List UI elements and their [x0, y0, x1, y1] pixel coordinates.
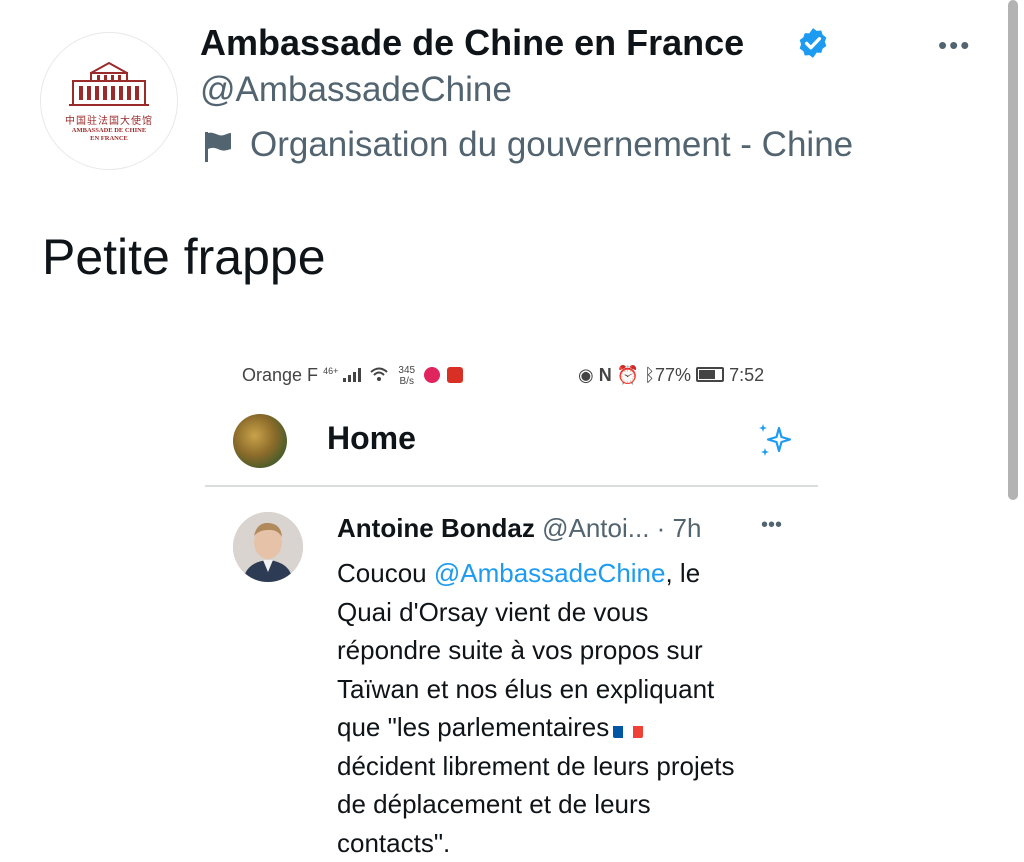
logo-french-line1: AMBASSADE DE CHINE [71, 127, 147, 134]
speed-value: 345 [398, 365, 416, 376]
display-name[interactable]: Ambassade de Chine en France [200, 22, 744, 64]
person-avatar-icon [233, 512, 303, 582]
eye-icon: ◉ [578, 365, 594, 385]
logo-french-text: AMBASSADE DE CHINE EN FRANCE [72, 127, 146, 143]
text-line: Coucou @AmbassadeChine, le [337, 554, 807, 593]
logo-french-line2: EN FRANCE [90, 135, 128, 142]
battery-icon [696, 367, 725, 382]
logo-chinese-text: 中国驻法国大使馆 [65, 116, 153, 127]
mention-link[interactable]: @AmbassadeChine [434, 558, 666, 588]
home-title: Home [327, 420, 416, 456]
header-divider [205, 485, 818, 487]
text-line: Quai d'Orsay vient de vous [337, 596, 649, 627]
account-handle[interactable]: @AmbassadeChine [200, 70, 512, 110]
status-right: ◉ N ⏰ ᛒ77% 7:52 [578, 365, 764, 386]
text-line: contacts". [337, 827, 451, 858]
text-line: de déplacement et de leurs [337, 789, 651, 819]
status-bar: Orange F 46+ 345 B/s ◉ N ⏰ ᛒ77% 7:52 [205, 350, 818, 400]
flag-icon [205, 132, 231, 162]
author-handle-time: @Antoi... · 7h [542, 513, 702, 543]
france-flag-icon [613, 718, 644, 738]
sparkle-icon[interactable] [755, 420, 795, 460]
text-segment: , le [665, 558, 701, 588]
verified-badge-icon [799, 28, 827, 58]
battery-percent: 77% [655, 365, 692, 385]
signal-icon [343, 368, 362, 382]
text-line: décident librement de leurs projets [337, 750, 735, 781]
author-line[interactable]: Antoine Bondaz @Antoi... · 7h [337, 513, 701, 544]
wifi-icon [370, 367, 389, 381]
author-name[interactable]: Antoine Bondaz [337, 513, 535, 543]
text-line: Taïwan et nos élus en expliquant [337, 673, 715, 704]
app-notification-icon [424, 367, 441, 383]
embedded-tweet-text: Coucou @AmbassadeChine, le Quai d'Orsay … [337, 554, 807, 862]
network-type: 46+ [323, 366, 339, 376]
status-left: Orange F 46+ 345 B/s [242, 365, 464, 387]
carrier-name: Orange F [242, 365, 319, 385]
text-segment: Coucou [337, 558, 434, 588]
network-speed: 345 B/s [398, 365, 415, 387]
alarm-icon: ⏰ [616, 365, 640, 385]
bluetooth-icon: ᛒ [644, 365, 655, 385]
profile-avatar[interactable] [233, 414, 287, 468]
text-line: répondre suite à vos propos sur [337, 635, 703, 665]
speed-unit: B/s [399, 376, 414, 387]
more-options-icon[interactable]: ••• [938, 30, 971, 61]
text-line-with-flag: que "les parlementaires [337, 708, 807, 747]
tweet-more-icon[interactable]: ••• [761, 514, 782, 537]
author-avatar[interactable] [233, 512, 303, 582]
tweet-text: Petite frappe [42, 229, 326, 285]
scrollbar[interactable] [1008, 0, 1018, 500]
text-segment: que "les parlementaires [337, 712, 610, 742]
embassy-building-icon [69, 61, 149, 106]
account-label[interactable]: Organisation du gouvernement - Chine [250, 125, 853, 165]
attached-screenshot[interactable]: Orange F 46+ 345 B/s ◉ N ⏰ ᛒ77% 7:52 Hom… [205, 350, 818, 862]
app-notification-icon-2 [447, 367, 464, 383]
account-avatar[interactable]: 中国驻法国大使馆 AMBASSADE DE CHINE EN FRANCE [40, 32, 178, 170]
nfc-icon: N [598, 365, 612, 385]
clock-time: 7:52 [729, 365, 765, 385]
